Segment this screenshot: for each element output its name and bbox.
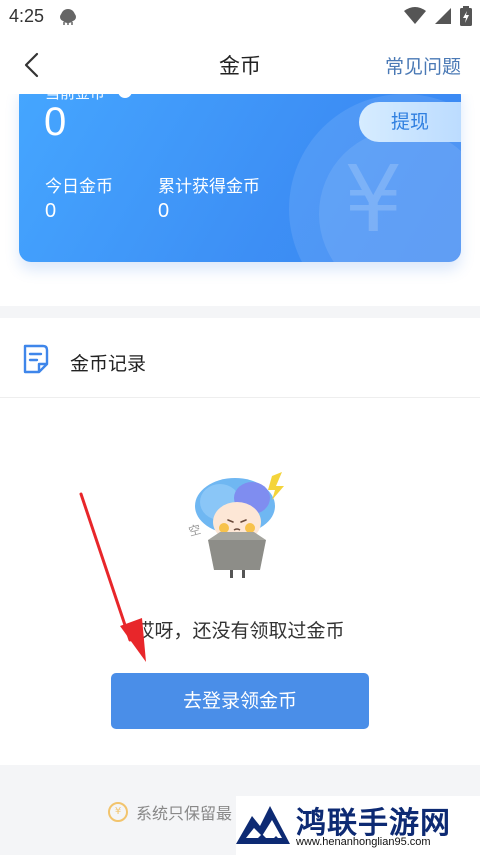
- login-for-coins-button[interactable]: 去登录领金币: [111, 673, 369, 729]
- watermark-logo: [236, 806, 290, 844]
- faq-link[interactable]: 常见问题: [385, 52, 461, 79]
- status-time: 4:25: [9, 6, 45, 26]
- empty-state-text: 哎呀，还没有领取过金币: [135, 620, 345, 642]
- records-header: 金币记录: [0, 318, 480, 398]
- status-icons: [404, 6, 472, 30]
- empty-state-illustration: 空: [180, 464, 300, 584]
- battery-icon: [460, 6, 472, 30]
- records-title: 金币记录: [70, 353, 147, 375]
- coin-card: ¥ 当前金币 ? 0 提现 今日金币 0 累计获得金币 0: [19, 94, 461, 262]
- total-coins-value: 0: [158, 200, 170, 222]
- wifi-icon: [404, 7, 426, 29]
- site-watermark: 鸿联手游网 www.henanhonglian95.com: [236, 796, 480, 855]
- today-coins-value: 0: [45, 200, 57, 222]
- total-coins-label: 累计获得金币: [158, 177, 260, 197]
- nav-bar: 金币 常见问题: [0, 34, 480, 94]
- watermark-url: www.henanhonglian95.com: [296, 836, 431, 848]
- status-bar: 4:25: [0, 0, 480, 34]
- cloud-icon: [58, 7, 78, 29]
- withdraw-button[interactable]: 提现: [359, 102, 461, 142]
- signal-icon: [434, 7, 452, 29]
- footer-note: ¥ 系统只保留最: [108, 800, 232, 824]
- coin-records-section: 金币记录 空 哎呀，还没有领取过金币 去登录领金币: [0, 318, 480, 765]
- svg-text:空: 空: [187, 522, 202, 539]
- current-coins-value: 0: [44, 100, 67, 144]
- yen-watermark-icon: ¥: [344, 146, 403, 253]
- coin-summary-section: ¥ 当前金币 ? 0 提现 今日金币 0 累计获得金币 0: [0, 94, 480, 306]
- coin-icon: ¥: [108, 802, 128, 822]
- today-coins-label: 今日金币: [45, 177, 113, 197]
- info-icon[interactable]: ?: [118, 94, 132, 98]
- document-icon: [22, 344, 50, 378]
- footer-note-text: 系统只保留最: [136, 804, 233, 823]
